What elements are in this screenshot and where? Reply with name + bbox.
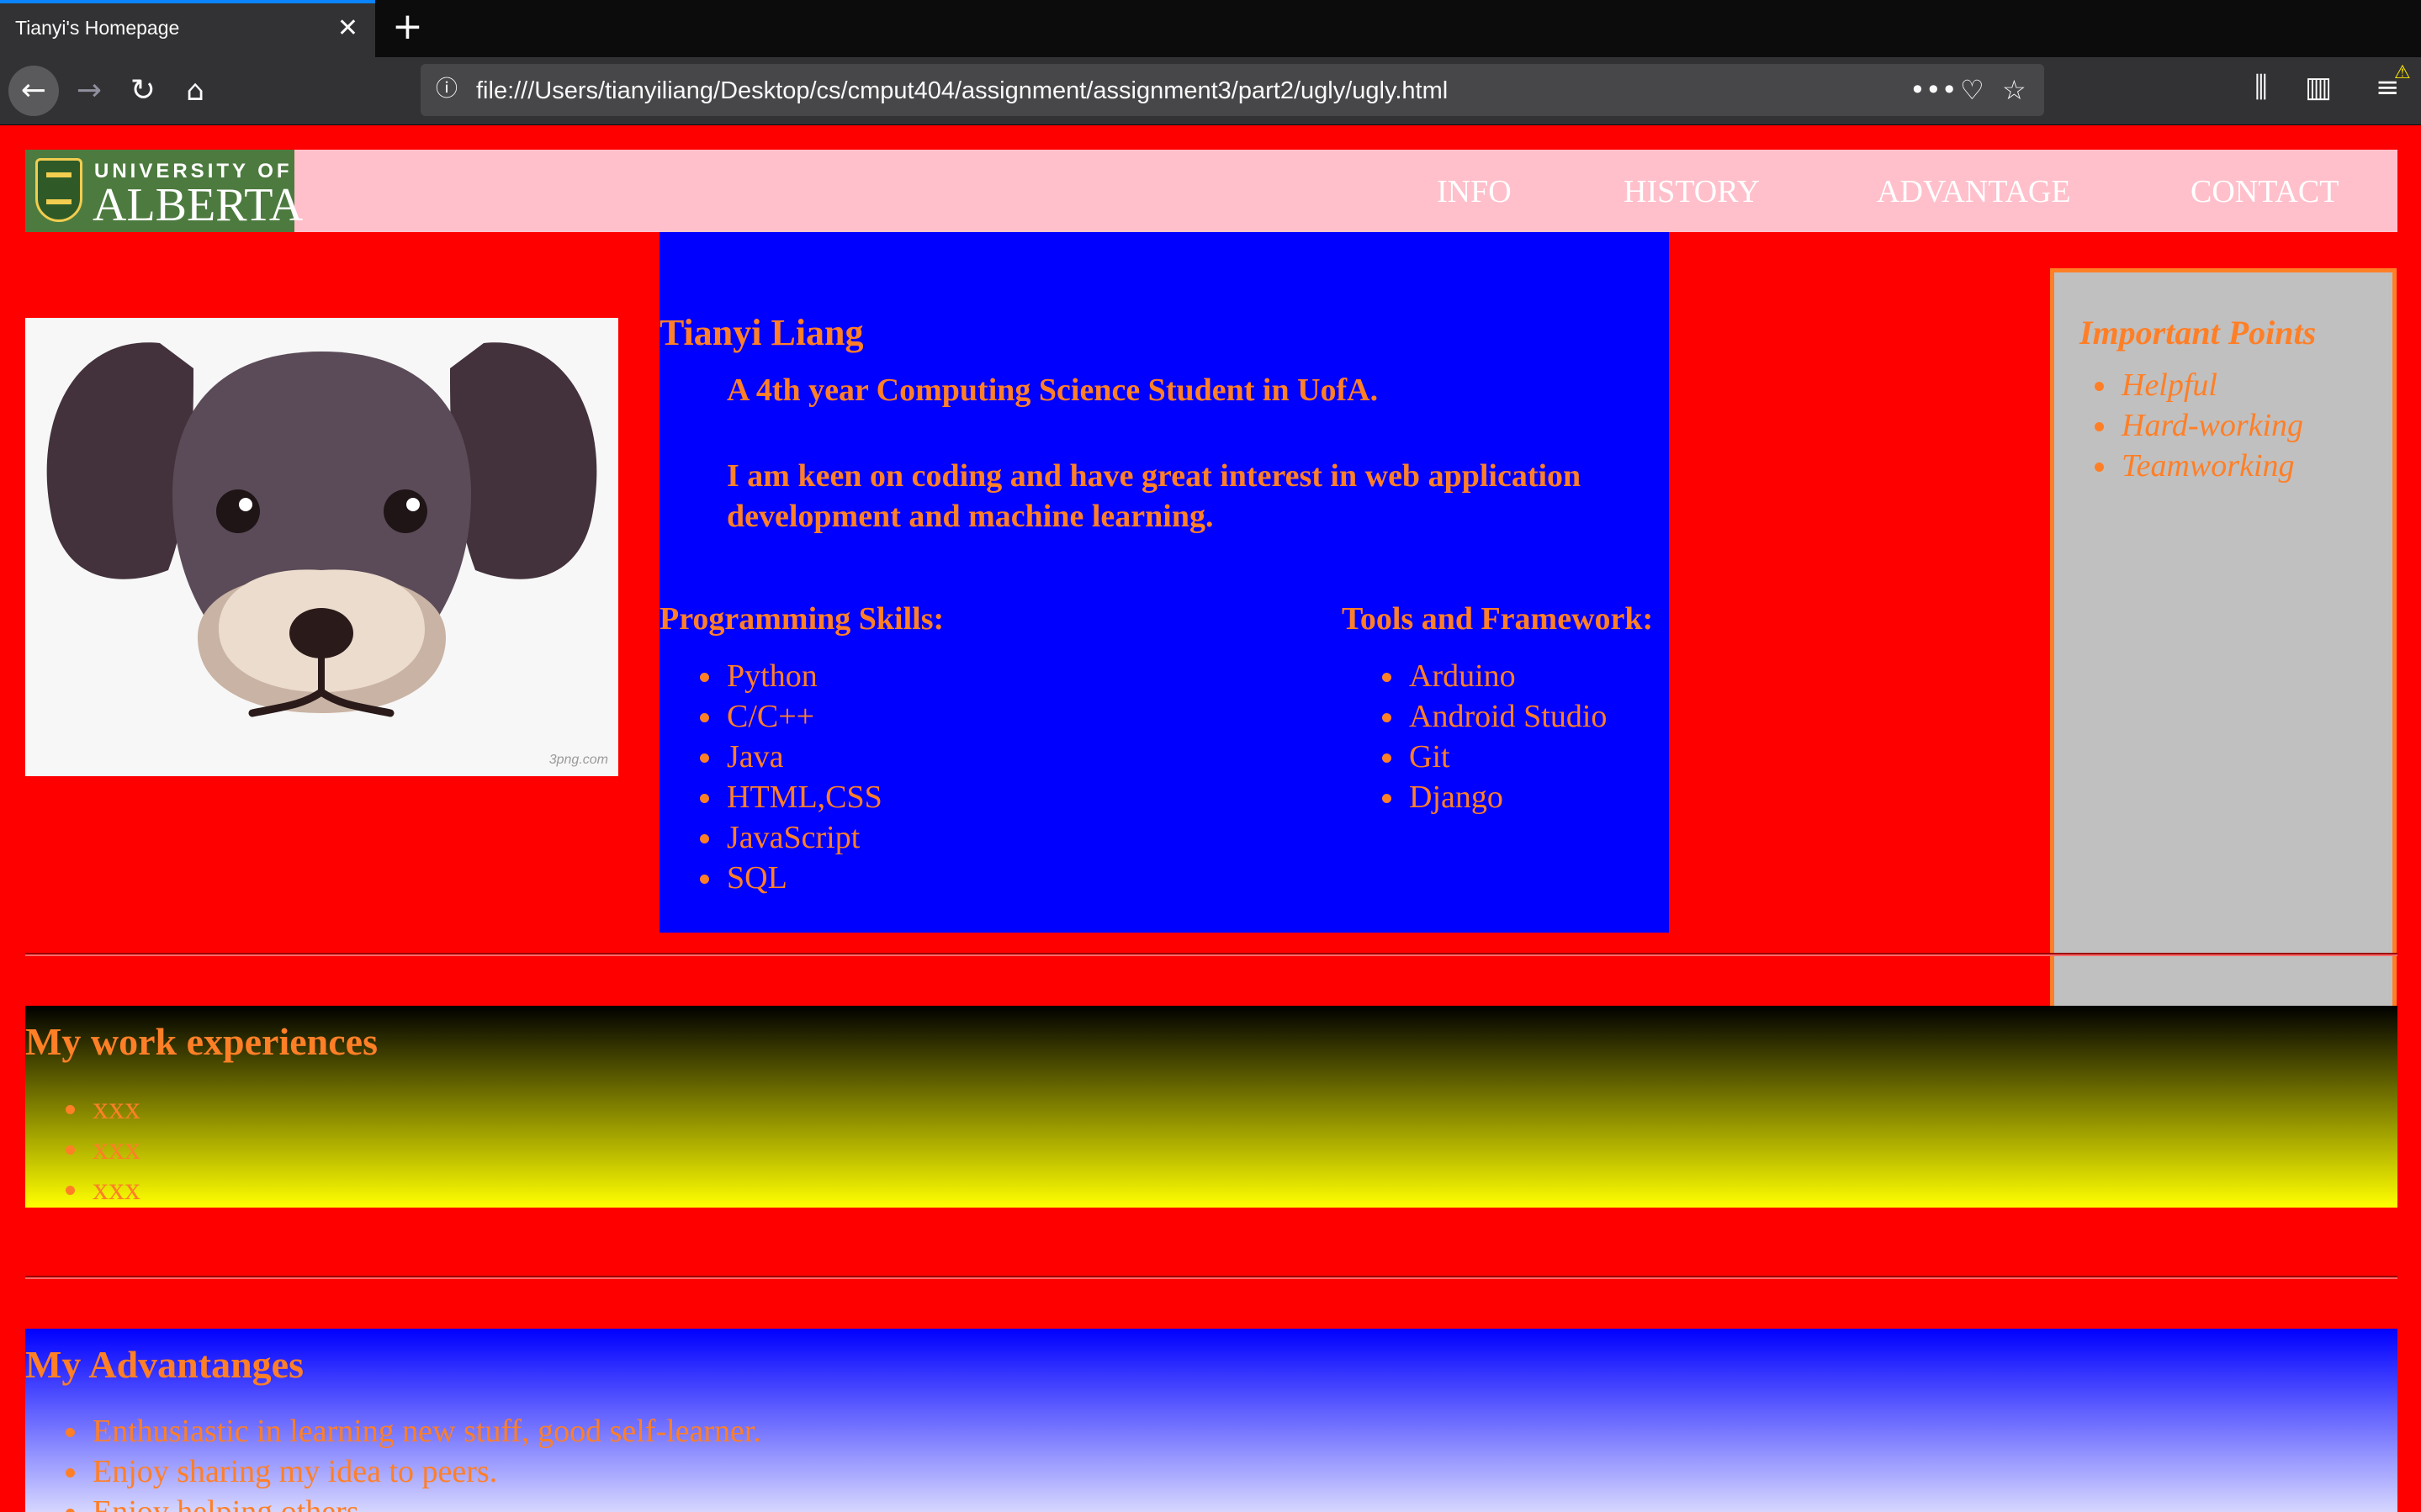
nav-link-contact[interactable]: CONTACT bbox=[2191, 175, 2339, 209]
profile-image: 3png.com bbox=[25, 318, 618, 776]
list-item: Enjoy sharing my idea to peers. bbox=[25, 1451, 761, 1492]
dog-illustration bbox=[46, 342, 597, 717]
list-item: HTML,CSS bbox=[660, 777, 882, 817]
tab-strip: Tianyi's Homepage ✕ + bbox=[0, 0, 2421, 57]
tools-list: Arduino Android Studio Git Django bbox=[1342, 656, 1607, 817]
page-info-icon[interactable]: ⓘ bbox=[434, 77, 459, 102]
close-tab-icon[interactable]: ✕ bbox=[337, 13, 358, 44]
divider bbox=[25, 1276, 2397, 1279]
page-viewport: UNIVERSITY OF ALBERTA INFO HISTORY ADVAN… bbox=[0, 125, 2421, 1512]
bio-line-3: development and machine learning. bbox=[727, 499, 1214, 534]
list-item: Python bbox=[660, 656, 882, 696]
bio-line-1: A 4th year Computing Science Student in … bbox=[727, 373, 1379, 408]
list-item: Django bbox=[1342, 777, 1607, 817]
advantages-list: Enthusiastic in learning new stuff, good… bbox=[25, 1411, 761, 1512]
bio-line-2: I am keen on coding and have great inter… bbox=[727, 458, 1581, 494]
list-item: Helpful bbox=[2054, 365, 2303, 405]
list-item: Hard-working bbox=[2054, 405, 2303, 446]
site-navbar: UNIVERSITY OF ALBERTA INFO HISTORY ADVAN… bbox=[25, 150, 2397, 232]
important-points-aside: Important Points Helpful Hard-working Te… bbox=[2050, 268, 2397, 1065]
list-item: Arduino bbox=[1342, 656, 1607, 696]
advantages-section: My Advantanges Enthusiastic in learning … bbox=[25, 1329, 2397, 1512]
nav-link-advantage[interactable]: ADVANTAGE bbox=[1877, 175, 2071, 209]
important-points-list: Helpful Hard-working Teamworking bbox=[2054, 365, 2303, 486]
programming-skills-list: Python C/C++ Java HTML,CSS JavaScript SQ… bbox=[660, 656, 882, 898]
home-icon[interactable]: ⌂ bbox=[170, 66, 220, 116]
university-logo[interactable]: UNIVERSITY OF ALBERTA bbox=[25, 150, 303, 232]
address-bar[interactable]: ⓘ file:///Users/tianyiliang/Desktop/cs/c… bbox=[421, 64, 2044, 116]
nav-link-history[interactable]: HISTORY bbox=[1624, 175, 1760, 209]
bookmark-star-icon[interactable]: ☆ bbox=[2002, 73, 2026, 107]
programming-skills-heading: Programming Skills: bbox=[660, 601, 945, 637]
browser-toolbar: ← → ↻ ⌂ ⓘ file:///Users/tianyiliang/Desk… bbox=[0, 57, 2421, 125]
sidebar-icon[interactable]: ▥ bbox=[2305, 66, 2332, 109]
list-item: Git bbox=[1342, 737, 1607, 777]
active-tab[interactable]: Tianyi's Homepage ✕ bbox=[0, 0, 375, 57]
work-list: xxx xxx xxx bbox=[25, 1088, 140, 1209]
divider bbox=[25, 953, 2397, 956]
page-actions-icon[interactable]: ••• bbox=[1910, 73, 1957, 107]
advantages-heading: My Advantanges bbox=[25, 1343, 304, 1386]
back-arrow-icon[interactable]: ← bbox=[8, 66, 59, 116]
crest-icon bbox=[35, 158, 82, 222]
url-text[interactable]: file:///Users/tianyiliang/Desktop/cs/cmp… bbox=[476, 77, 1448, 105]
image-watermark: 3png.com bbox=[548, 753, 608, 767]
list-item: Teamworking bbox=[2054, 446, 2303, 486]
profile-name: Tianyi Liang bbox=[660, 312, 864, 353]
list-item: Enthusiastic in learning new stuff, good… bbox=[25, 1411, 761, 1451]
pocket-icon[interactable]: ♡ bbox=[1960, 73, 1984, 107]
list-item: SQL bbox=[660, 858, 882, 898]
tools-heading: Tools and Framework: bbox=[1342, 601, 1654, 637]
library-icon[interactable]: ⫼ bbox=[2254, 66, 2268, 109]
tab-title: Tianyi's Homepage bbox=[15, 17, 180, 39]
list-item: xxx bbox=[25, 1169, 140, 1209]
work-experience-section: My work experiences xxx xxx xxx bbox=[25, 1006, 2397, 1208]
profile-section: Tianyi Liang A 4th year Computing Scienc… bbox=[660, 232, 1669, 933]
list-item: xxx bbox=[25, 1129, 140, 1169]
work-heading: My work experiences bbox=[25, 1020, 378, 1063]
aside-heading: Important Points bbox=[2079, 314, 2317, 352]
forward-arrow-icon[interactable]: → bbox=[64, 66, 114, 116]
reload-icon[interactable]: ↻ bbox=[118, 66, 168, 116]
list-item: JavaScript bbox=[660, 817, 882, 858]
list-item: xxx bbox=[25, 1088, 140, 1129]
list-item: Android Studio bbox=[1342, 696, 1607, 737]
list-item: C/C++ bbox=[660, 696, 882, 737]
new-tab-icon[interactable]: + bbox=[392, 5, 423, 49]
list-item: Java bbox=[660, 737, 882, 777]
logo-text-line2: ALBERTA bbox=[93, 179, 304, 231]
warning-icon: ⚠ bbox=[2394, 62, 2411, 83]
nav-link-info[interactable]: INFO bbox=[1437, 175, 1512, 209]
list-item: Enjoy helping others. bbox=[25, 1492, 761, 1512]
